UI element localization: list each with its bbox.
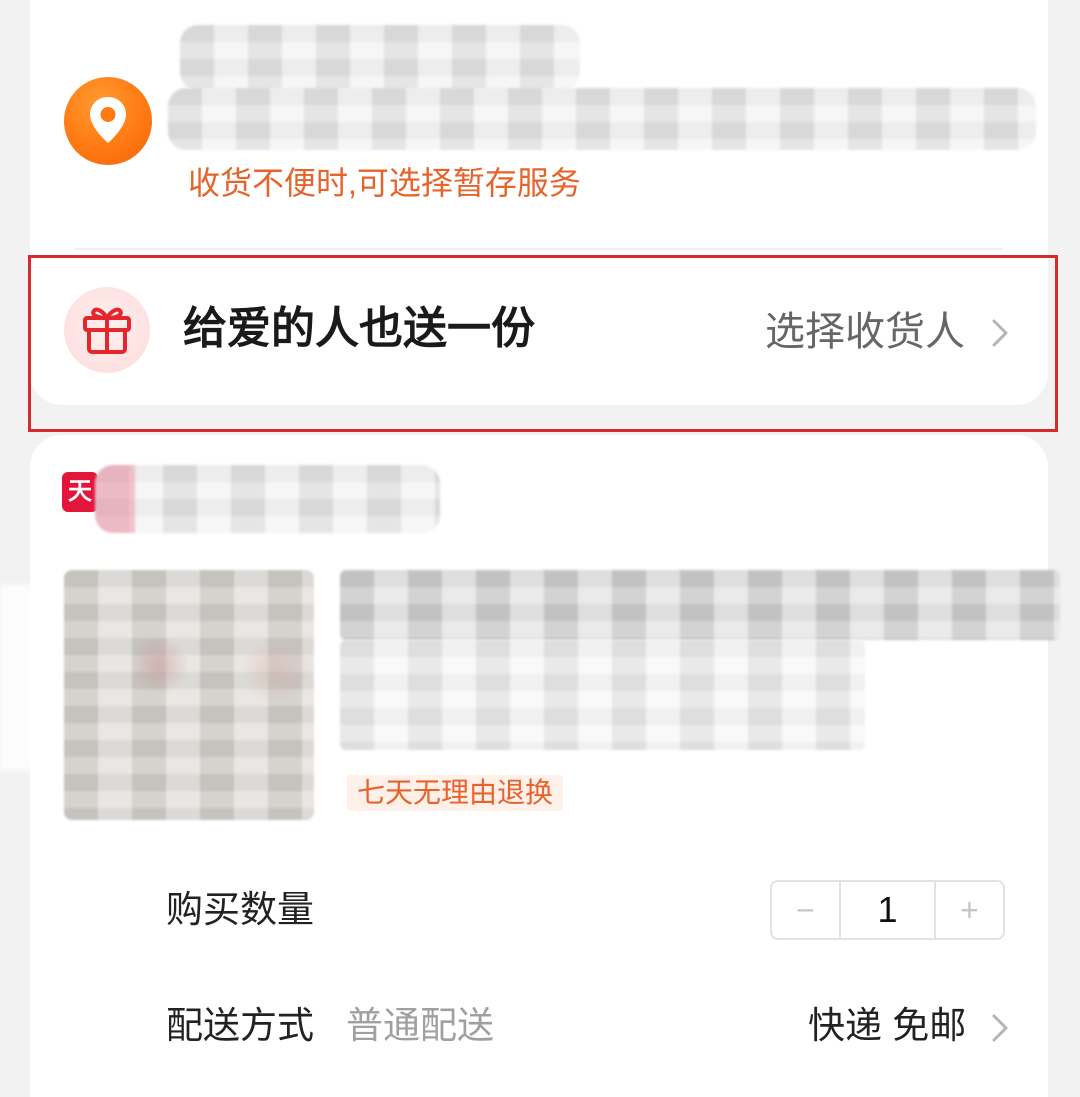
quantity-label: 购买数量 [166, 889, 314, 930]
quantity-stepper: − 1 + [770, 880, 1005, 940]
storage-service-notice[interactable]: 收货不便时,可选择暂存服务 [188, 163, 581, 203]
product-item[interactable]: 七天无理由退换 [64, 570, 1060, 820]
order-card: 天 七天无理由退换 购买数量 − 1 + 配送方式 普通配送 快递 免邮 [30, 435, 1060, 1097]
tmall-logo: 天 [62, 472, 98, 512]
blur-overlay [0, 585, 34, 770]
recipient-name-redacted [180, 25, 580, 90]
address-card: 收货不便时,可选择暂存服务 给爱的人也送一份 选择收货人 [30, 0, 1048, 405]
shop-header[interactable]: 天 [62, 465, 442, 533]
product-title-redacted [340, 570, 1060, 640]
address-redacted [168, 88, 1036, 150]
location-pin-icon [64, 77, 152, 165]
delivery-method[interactable]: 快递 免邮 [808, 1002, 966, 1050]
divider [75, 248, 1003, 250]
product-spec-redacted [340, 640, 865, 750]
shop-name-redacted [95, 465, 440, 533]
quantity-row: 购买数量 − 1 + [30, 865, 1048, 955]
chevron-right-icon[interactable] [990, 1013, 1010, 1043]
chevron-right-icon[interactable] [990, 318, 1010, 348]
product-image[interactable] [64, 570, 314, 820]
delivery-label: 配送方式 [166, 1005, 314, 1046]
gift-title: 给爱的人也送一份 [183, 304, 535, 353]
gift-row[interactable]: 给爱的人也送一份 选择收货人 [30, 255, 1048, 405]
delivery-row[interactable]: 配送方式 普通配送 快递 免邮 [30, 980, 1048, 1070]
quantity-value[interactable]: 1 [839, 882, 936, 938]
address-section[interactable]: 收货不便时,可选择暂存服务 [64, 20, 1040, 210]
select-recipient-link[interactable]: 选择收货人 [765, 307, 965, 357]
delivery-type: 普通配送 [346, 1005, 494, 1046]
increment-button[interactable]: + [936, 882, 1003, 938]
return-policy-badge: 七天无理由退换 [347, 775, 564, 811]
gift-icon [64, 287, 150, 373]
decrement-button[interactable]: − [772, 882, 839, 938]
